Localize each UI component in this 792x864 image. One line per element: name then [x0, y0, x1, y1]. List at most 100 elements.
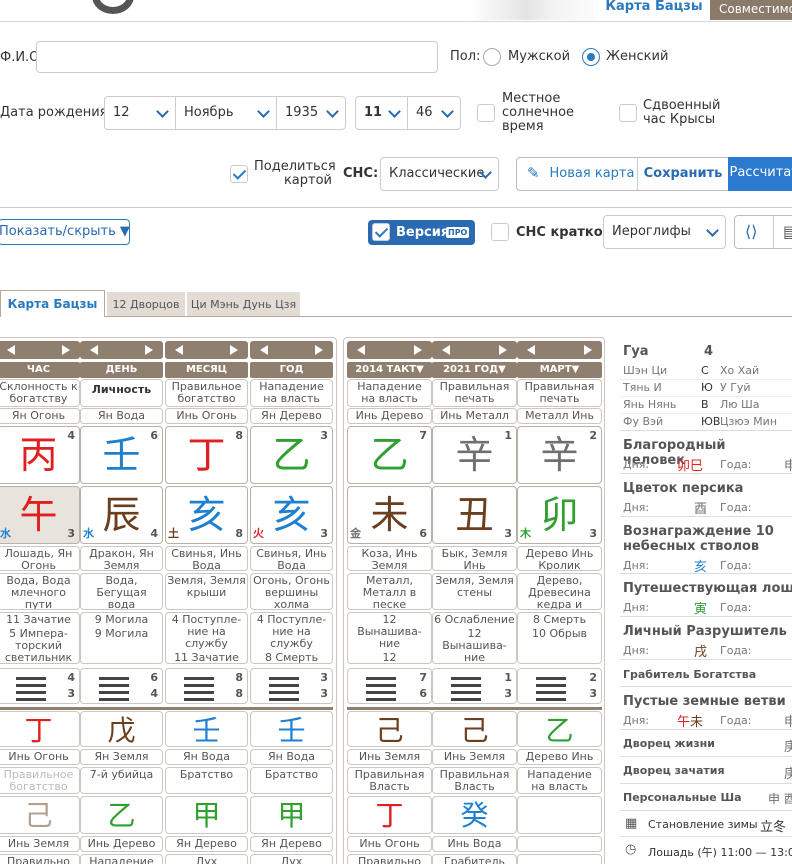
- clock-icon: ◷: [625, 842, 637, 857]
- destroyer-day: 戌: [694, 645, 708, 660]
- life-value: 庚: [784, 740, 792, 755]
- empty-title: Пустые земные ветви: [623, 694, 786, 709]
- empty-day-label: Дня:: [623, 714, 650, 727]
- empty-year-label: Года:: [720, 714, 752, 727]
- ink-decoration: [470, 0, 610, 20]
- empty-day: 午未: [677, 715, 704, 730]
- save-button[interactable]: Сохранить: [638, 158, 728, 190]
- gua-val: Лю Ша: [720, 398, 760, 411]
- horse-year-label: Года:: [720, 601, 752, 614]
- gua-label: Гуа: [623, 344, 649, 359]
- share-icon[interactable]: ⟨⟩: [745, 222, 757, 241]
- version-toggle[interactable]: Версия ПРО: [368, 220, 475, 245]
- sha-value: 申 酉: [768, 792, 792, 806]
- app-root: Карта Бацзы Совместимость Ф.И.О. Пол: Му…: [0, 0, 792, 864]
- gua-name: Тянь И: [623, 381, 662, 394]
- tab-qimen[interactable]: Ци Мэнь Дунь Цзя: [187, 292, 300, 316]
- gua-val: Цзюэ Мин: [720, 415, 778, 428]
- broom-icon: ✎: [527, 164, 540, 182]
- month-select[interactable]: Ноябрь: [175, 96, 277, 130]
- female-radio[interactable]: [582, 48, 600, 66]
- year-value: 1935: [285, 105, 319, 120]
- year-select[interactable]: 1935: [276, 96, 346, 130]
- dob-label: Дата рождения: [0, 105, 108, 120]
- peach-day: 酉: [694, 502, 708, 517]
- noble-year-label: Года:: [720, 458, 752, 471]
- gua-dir: С: [701, 364, 709, 377]
- local-solar-checkbox[interactable]: [477, 104, 495, 122]
- pro-badge: ПРО: [446, 227, 470, 238]
- female-label: Женский: [606, 49, 669, 64]
- new-card-button[interactable]: Новая карта: [547, 158, 637, 190]
- destroyer-day-label: Дня:: [623, 644, 650, 657]
- gua-name: Шэн Ци: [623, 364, 668, 377]
- peach-title: Цветок персика: [623, 481, 744, 496]
- divider: [620, 616, 792, 617]
- tabs-line: [0, 316, 792, 317]
- horse-time: Лошадь (午) 11:00 — 13:00: [648, 846, 792, 859]
- winter-label: Становление зимы: [648, 818, 758, 831]
- calendar-icon: ▦: [625, 816, 638, 831]
- divider: [620, 379, 792, 380]
- cnc-short-checkbox[interactable]: [491, 223, 509, 241]
- cnc-select[interactable]: Классические: [380, 157, 499, 191]
- divider: [620, 396, 792, 397]
- divider: [620, 729, 792, 730]
- minute-value: 46: [416, 105, 433, 120]
- double-rat-checkbox[interactable]: [619, 104, 637, 122]
- destroyer-title: Личный Разрушитель: [623, 624, 787, 639]
- life-title: Дворец жизни: [623, 737, 715, 750]
- noble-year: 申: [784, 459, 792, 474]
- divider: [620, 573, 792, 574]
- divider: [620, 686, 792, 687]
- gua-val: У Гуй: [720, 381, 751, 394]
- gua-dir: Ю: [701, 381, 713, 394]
- divider: [620, 659, 792, 660]
- hour-select[interactable]: 11: [355, 96, 408, 130]
- tab-12-palaces[interactable]: 12 Дворцов: [107, 292, 185, 316]
- version-label: Версия: [396, 225, 450, 240]
- calculate-button[interactable]: Рассчитать: [728, 157, 792, 191]
- tab-bazi[interactable]: Карта Бацзы: [0, 290, 105, 317]
- minute-select[interactable]: 46: [407, 96, 461, 130]
- divider: [620, 810, 792, 811]
- peach-year-label: Года:: [720, 501, 752, 514]
- sha-title: Персональные Ша: [623, 791, 742, 804]
- hieroglyphs-select[interactable]: Иероглифы: [603, 215, 726, 249]
- noble-day-label: Дня:: [623, 458, 650, 471]
- gua-name: Янь Нянь: [623, 398, 677, 411]
- local-solar-label: Местное солнечное время: [502, 91, 575, 134]
- divider: [620, 783, 792, 784]
- concept-title: Дворец зачатия: [623, 764, 725, 777]
- divider: [620, 413, 792, 414]
- mid-panel-frame: [343, 337, 605, 864]
- tab-compatibility[interactable]: Совместимость: [710, 0, 792, 20]
- gua-dir: В: [701, 398, 709, 411]
- cnc-label: СНС:: [343, 166, 379, 181]
- divider: [620, 836, 792, 837]
- double-rat-label: Сдвоенный час Крысы: [643, 98, 721, 127]
- divider: [620, 756, 792, 757]
- month-value: Ноябрь: [184, 105, 234, 120]
- divider: [620, 516, 792, 517]
- reward-title: Вознаграждение 10 небесных стволов: [623, 524, 774, 554]
- gua-val: Хо Хай: [720, 364, 760, 377]
- version-checkbox: [372, 223, 390, 241]
- tab-bazi-chart[interactable]: Карта Бацзы: [598, 0, 710, 20]
- action-buttons: ✎ Новая карта Сохранить Рассчитать: [516, 157, 792, 191]
- divider: [620, 430, 792, 431]
- reward-day-label: Дня:: [623, 559, 650, 572]
- cnc-short-label: СНС кратко: [516, 225, 603, 240]
- fio-input[interactable]: [36, 41, 438, 73]
- print-icon[interactable]: ▤: [783, 222, 792, 241]
- destroyer-year-label: Года:: [720, 644, 752, 657]
- empty-year: 申: [784, 715, 792, 730]
- gua-value: 4: [704, 344, 714, 359]
- separator: [0, 207, 792, 208]
- sex-label: Пол:: [450, 49, 481, 64]
- robber-title: Грабитель Богатства: [623, 668, 757, 681]
- male-radio[interactable]: [483, 48, 501, 66]
- show-hide-button[interactable]: Показать/скрыть ▼: [0, 219, 130, 245]
- day-select[interactable]: 12: [104, 96, 176, 130]
- share-checkbox[interactable]: [230, 165, 248, 183]
